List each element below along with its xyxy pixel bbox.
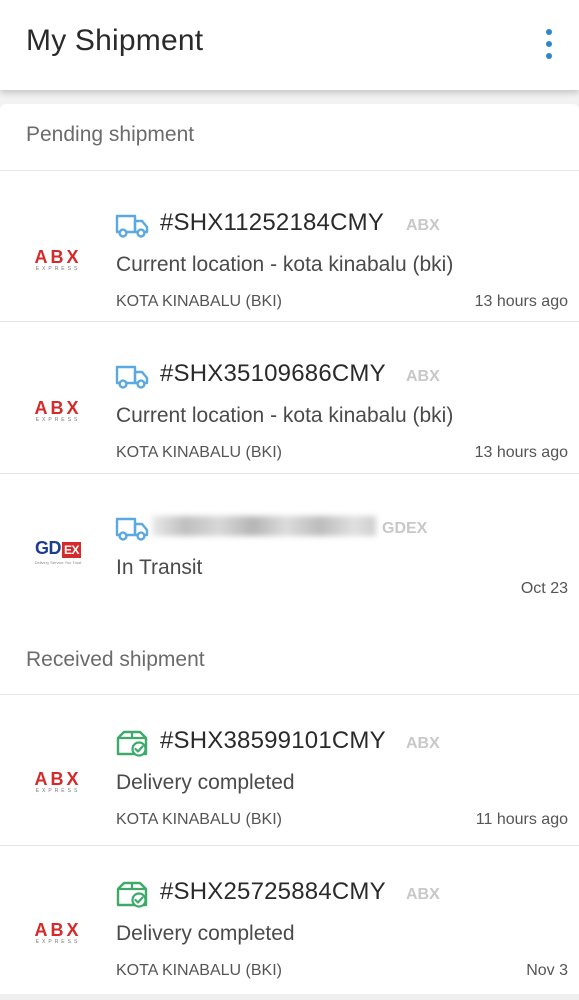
bottom-edge [0,994,579,1000]
shipment-time: Nov 3 [526,962,568,979]
gdex-logo: GD EX Delivery Service You Trust [34,538,82,565]
abx-logo: ABX EXPRESS [34,769,82,794]
shipment-card[interactable]: ABX EXPRESS #SHX35109686CMY ABX Current … [0,322,579,474]
app-bar: My Shipment [0,0,579,90]
carrier-label: ABX [406,735,440,752]
shipment-status: In Transit [116,556,203,579]
tracking-number: #SHX11252184CMY [160,209,385,236]
carrier-label: GDEX [382,520,428,537]
shipment-time: 13 hours ago [474,444,568,461]
shipment-time: 11 hours ago [475,811,568,828]
more-vert-icon[interactable] [537,26,561,62]
shipment-card[interactable]: ABX EXPRESS #SHX25725884CMY ABX Delivery… [0,846,579,998]
abx-logo: ABX EXPRESS [34,398,82,423]
shipment-location: KOTA KINABALU (BKI) [116,444,282,461]
truck-icon [115,214,149,238]
shipment-status: Current location - kota kinabalu (bki) [116,404,454,427]
tracking-number: #SHX38599101CMY [160,727,386,754]
package-check-icon [116,730,148,757]
tracking-number-redacted [152,516,376,536]
shipment-status: Current location - kota kinabalu (bki) [116,253,454,276]
carrier-label: ABX [406,886,440,903]
shipment-card[interactable]: ABX EXPRESS #SHX38599101CMY ABX Delivery… [0,694,579,846]
carrier-label: ABX [406,217,440,234]
shipment-card[interactable]: GD EX Delivery Service You Trust GDEX In … [0,474,579,606]
abx-logo: ABX EXPRESS [34,247,82,272]
carrier-label: ABX [406,368,440,385]
shipment-location: KOTA KINABALU (BKI) [116,811,282,828]
shipment-time: 13 hours ago [474,293,568,310]
shipment-location: KOTA KINABALU (BKI) [116,962,282,979]
section-title-pending: Pending shipment [26,123,195,146]
package-check-icon [116,881,148,908]
truck-icon [115,517,149,541]
shipment-list: Pending shipment ABX EXPRESS #SHX1125218… [0,104,579,1000]
tracking-number: #SHX25725884CMY [160,878,386,905]
truck-icon [115,365,149,389]
shipment-status: Delivery completed [116,922,295,945]
shipment-location: KOTA KINABALU (BKI) [116,293,282,310]
shipment-time: Oct 23 [520,580,568,597]
section-title-received: Received shipment [26,648,205,671]
shipment-status: Delivery completed [116,771,295,794]
page-title: My Shipment [26,24,204,57]
tracking-number: #SHX35109686CMY [160,360,386,387]
shipment-card[interactable]: ABX EXPRESS #SHX11252184CMY ABX Current … [0,170,579,322]
abx-logo: ABX EXPRESS [34,920,82,945]
